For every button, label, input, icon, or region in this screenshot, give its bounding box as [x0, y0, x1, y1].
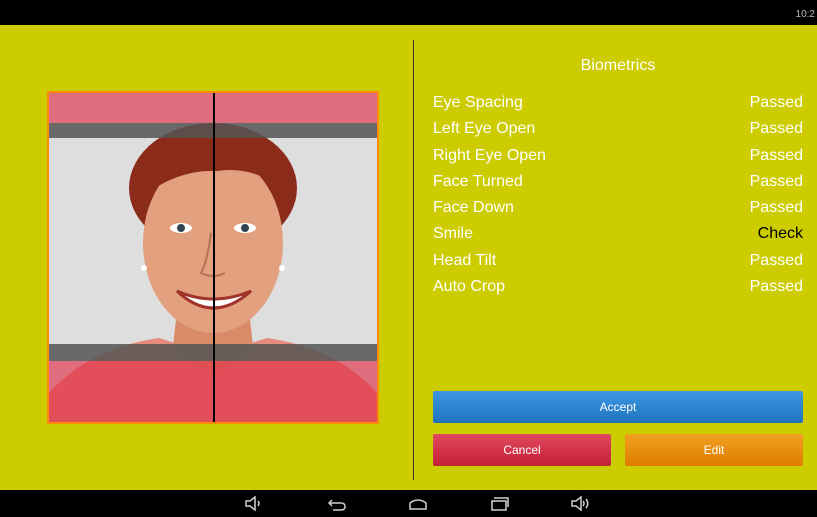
volume-down-icon[interactable] — [243, 495, 263, 512]
check-row-smile: Smile Check — [433, 223, 803, 249]
check-label: Face Turned — [433, 172, 523, 190]
check-status: Passed — [749, 172, 803, 190]
recents-icon[interactable] — [489, 495, 509, 512]
cancel-button[interactable]: Cancel — [433, 434, 611, 466]
check-label: Left Eye Open — [433, 120, 536, 138]
check-label: Head Tilt — [433, 251, 497, 269]
system-navigation-bar — [0, 490, 817, 517]
check-label: Face Down — [433, 199, 514, 217]
check-status: Passed — [749, 120, 803, 138]
check-label: Auto Crop — [433, 278, 506, 296]
check-status: Passed — [749, 251, 803, 269]
status-bar: 10:2 — [0, 0, 817, 25]
back-icon[interactable] — [327, 495, 347, 512]
check-status: Check — [757, 225, 803, 243]
check-status: Passed — [749, 94, 803, 111]
panel-divider — [413, 40, 414, 480]
check-status: Passed — [749, 278, 803, 296]
check-row-head-tilt: Head Tilt Passed — [433, 250, 803, 276]
biometrics-check-list: Eye Spacing Passed Left Eye Open Passed … — [433, 92, 803, 302]
clock: 10:2 — [795, 9, 815, 20]
check-row-face-turned: Face Turned Passed — [433, 171, 803, 197]
face-photo-image — [49, 93, 377, 422]
check-label: Eye Spacing — [433, 94, 523, 111]
panel-title: Biometrics — [580, 57, 656, 74]
app-content: Biometrics Eye Spacing Passed Left Eye O… — [0, 25, 817, 490]
check-row-eye-spacing: Eye Spacing Passed — [433, 92, 803, 118]
home-icon[interactable] — [408, 495, 428, 512]
check-row-face-down: Face Down Passed — [433, 197, 803, 223]
check-row-right-eye-open: Right Eye Open Passed — [433, 145, 803, 171]
face-photo-preview — [47, 91, 379, 424]
volume-up-icon[interactable] — [570, 495, 590, 512]
check-status: Passed — [749, 199, 803, 217]
check-row-auto-crop: Auto Crop Passed — [433, 276, 803, 302]
check-label: Right Eye Open — [433, 146, 546, 164]
edit-button[interactable]: Edit — [625, 434, 803, 466]
accept-button[interactable]: Accept — [433, 391, 803, 423]
check-label: Smile — [433, 225, 474, 243]
check-status: Passed — [749, 146, 803, 164]
check-row-left-eye-open: Left Eye Open Passed — [433, 118, 803, 144]
